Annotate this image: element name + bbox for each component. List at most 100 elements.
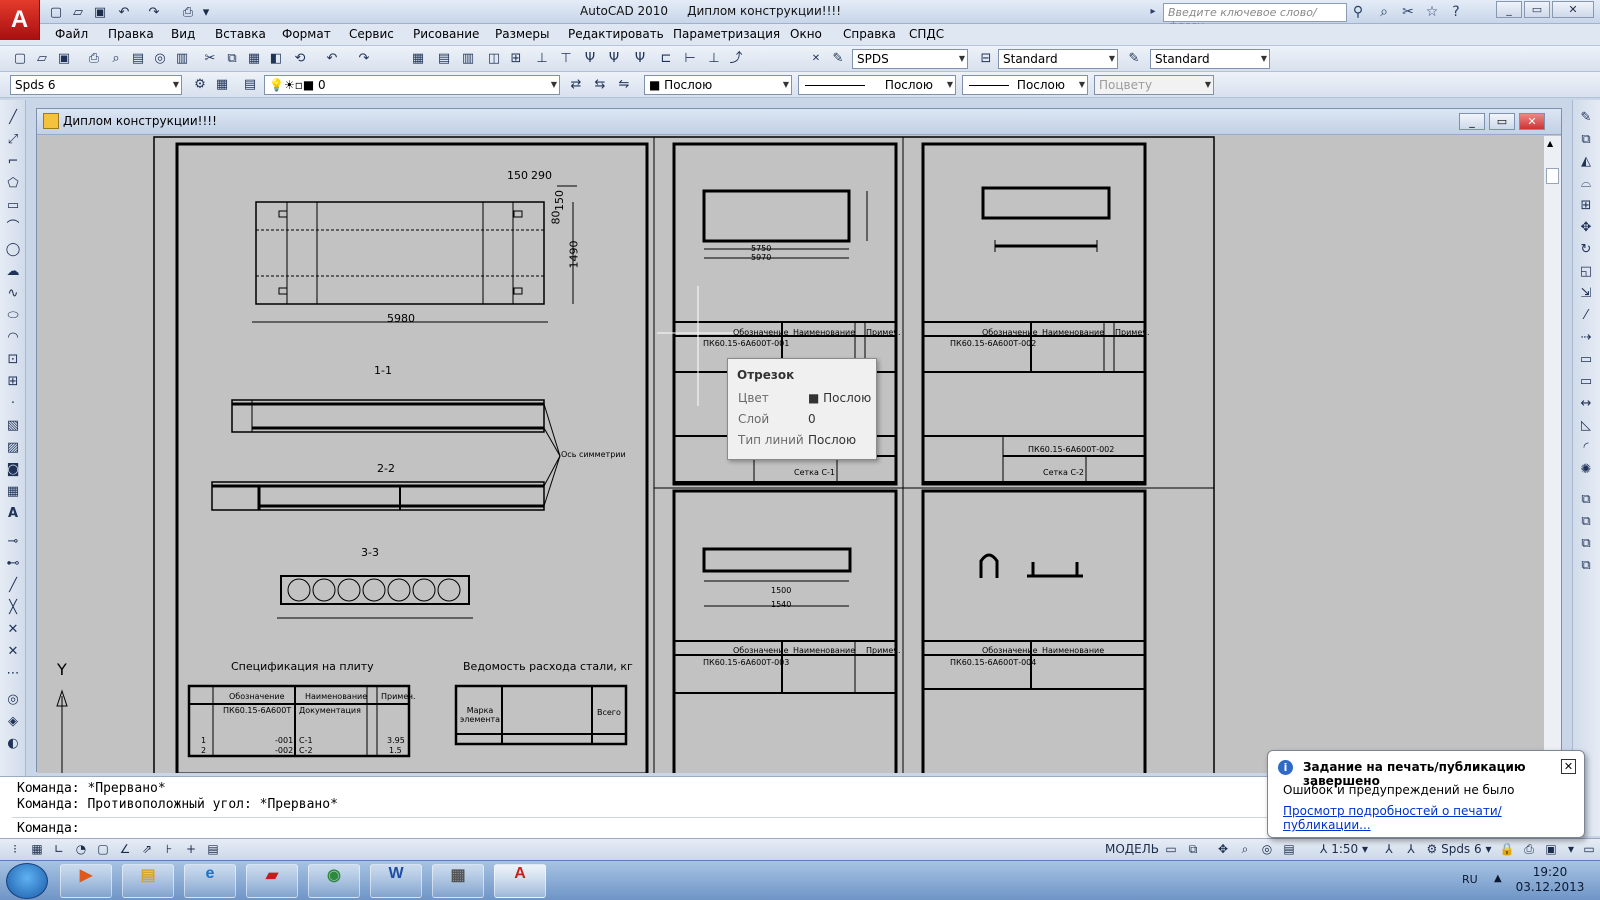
menu-spds[interactable]: СПДС [909,27,944,41]
plot-icon[interactable]: ⎙ [178,3,198,21]
text-style-select[interactable]: SPDS ▼ [852,49,968,69]
spds-view-icon[interactable]: ⊥ [704,49,724,69]
ortho-icon[interactable]: ∟ [50,841,68,858]
rotate-icon[interactable]: ↻ [1576,240,1596,260]
tray-arrow-icon[interactable]: ▲ [1494,873,1502,884]
workspace-select[interactable]: Spds 6 ▼ [10,75,182,95]
scrollbar-thumb[interactable] [1546,168,1559,184]
menu-tools[interactable]: Сервис [349,27,394,41]
auto-scale-icon[interactable]: ⅄ [1402,841,1420,858]
copy-icon[interactable]: ⧉ [222,49,242,69]
redo-icon[interactable]: ↷ [354,49,374,69]
qp-icon[interactable]: ▤ [204,841,222,858]
media-player-icon[interactable]: ▶ [60,864,112,898]
spds-break-icon[interactable]: ⊏ [656,49,676,69]
polyline-icon[interactable]: ⌐ [3,152,23,172]
ellipse-icon[interactable]: ⬭ [3,306,23,326]
favorites-icon[interactable]: ☆ [1422,2,1442,22]
restore-button[interactable]: ▭ [1524,1,1550,18]
spds-cut-icon[interactable]: Ψ [630,49,650,69]
communication-center-icon[interactable]: ✂ [1398,2,1418,22]
make-current-layer-icon[interactable]: ⇄ [566,75,586,95]
osnap-icon[interactable]: ▢ [94,841,112,858]
dimension-icon[interactable]: ⊸ [3,532,23,552]
snap-mode-icon[interactable]: ⁝ [6,841,24,858]
help-icon[interactable]: ? [1446,2,1466,22]
join-icon[interactable]: ▭ [1576,372,1596,392]
linetype-select[interactable]: Послою ▼ [798,75,956,95]
layer-state-icon[interactable]: ⇋ [614,75,634,95]
steering-wheel-icon[interactable]: ◎ [1258,841,1276,858]
copy-icon[interactable]: ⧉ [1576,130,1596,150]
plot-preview-icon[interactable]: ⌕ [106,49,126,69]
make-block-icon[interactable]: ⊞ [3,372,23,392]
scale-icon[interactable]: ◱ [1576,262,1596,282]
lock-icon[interactable]: 🔒 [1498,841,1516,858]
spds-section-icon[interactable]: Ψ [604,49,624,69]
properties-icon[interactable]: ✺ [1576,460,1596,480]
zoom-icon[interactable]: ⌕ [1236,841,1254,858]
etransmit-icon[interactable]: ▥ [172,49,192,69]
snap-extension-icon[interactable]: ⋯ [3,664,23,684]
calculator-icon[interactable]: ▦ [432,864,484,898]
spds-arrow-icon[interactable]: ⤴ [726,49,746,69]
save-icon[interactable]: ▣ [54,49,74,69]
move-icon[interactable]: ✥ [1576,218,1596,238]
redo-icon[interactable]: ↷ [144,3,164,21]
snap-intersection-icon[interactable]: ✕ [3,620,23,640]
table-icon[interactable]: ▦ [3,482,23,502]
snap-center-icon[interactable]: ◎ [3,690,23,710]
snap-endpoint-icon[interactable]: ╱ [3,576,23,596]
vertical-scrollbar[interactable]: ▲ [1543,136,1561,773]
cut-icon[interactable]: ✂ [200,49,220,69]
application-menu-button[interactable]: A [0,0,40,40]
binoculars-icon[interactable]: ⚲ [1348,2,1368,22]
grid-icon[interactable]: ▦ [28,841,46,858]
otrack-icon[interactable]: ∠ [116,841,134,858]
ducs-icon[interactable]: ⇗ [138,841,156,858]
menu-modify[interactable]: Редактировать [568,27,664,41]
region-icon[interactable]: ◙ [3,460,23,480]
dim-style-icon[interactable]: ⊟ [976,49,996,69]
trim-icon[interactable]: ⁄ [1576,306,1596,326]
minimize-button[interactable]: _ [1496,1,1522,18]
block-editor-icon[interactable]: ⟲ [290,49,310,69]
table-style-select[interactable]: Standard ▼ [1150,49,1270,69]
clock[interactable]: 19:20 03.12.2013 [1510,865,1590,895]
dim-style-select[interactable]: Standard ▼ [998,49,1118,69]
internet-explorer-icon[interactable]: e [184,864,236,898]
drawing-minimize-button[interactable]: _ [1459,113,1485,130]
fillet-icon[interactable]: ◺ [1576,416,1596,436]
spds-level-icon[interactable]: ⊥ [532,49,552,69]
revision-cloud-icon[interactable]: ☁ [3,262,23,282]
chrome-icon[interactable]: ◉ [308,864,360,898]
new-file-icon[interactable]: ▢ [46,3,66,21]
explorer-icon[interactable]: ▤ [122,864,174,898]
line-icon[interactable]: ╱ [3,108,23,128]
paste-icon[interactable]: ▦ [244,49,264,69]
draworder-under-icon[interactable]: ⧉ [1576,556,1596,576]
table-insert-icon[interactable]: ▤ [434,49,454,69]
menu-draw[interactable]: Рисование [413,27,479,41]
lineweight-icon[interactable]: + [182,841,200,858]
workspace-switch[interactable]: ⚙ Spds 6 ▾ [1424,841,1494,858]
construction-line-icon[interactable]: ⤢ [3,130,23,150]
lineweight-select[interactable]: Послою ▼ [962,75,1088,95]
layer-select[interactable]: 💡☀▫■ 0 ▼ [264,75,560,95]
publish-icon[interactable]: ▤ [128,49,148,69]
layer-manager-icon[interactable]: ▤ [240,75,260,95]
insert-block-icon[interactable]: ⊡ [3,350,23,370]
save-icon[interactable]: ▣ [90,3,110,21]
status-menu-icon[interactable]: ▾ [1564,841,1578,858]
close-icon[interactable]: ✕ [1561,759,1576,774]
drawing-close-button[interactable]: ✕ [1519,113,1545,130]
settings-icon[interactable]: ⚙ [190,75,210,95]
spds-mark-icon[interactable]: ⊤ [556,49,576,69]
snap-tangent-icon[interactable]: ◐ [3,734,23,754]
chamfer-icon[interactable]: ↔ [1576,394,1596,414]
undo-icon[interactable]: ↶ [322,49,342,69]
polygon-icon[interactable]: ⬠ [3,174,23,194]
ellipse-arc-icon[interactable]: ◠ [3,328,23,348]
keyword-search-input[interactable]: Введите ключевое слово/фразу [1163,3,1347,32]
table-icon[interactable]: ▦ [408,49,428,69]
